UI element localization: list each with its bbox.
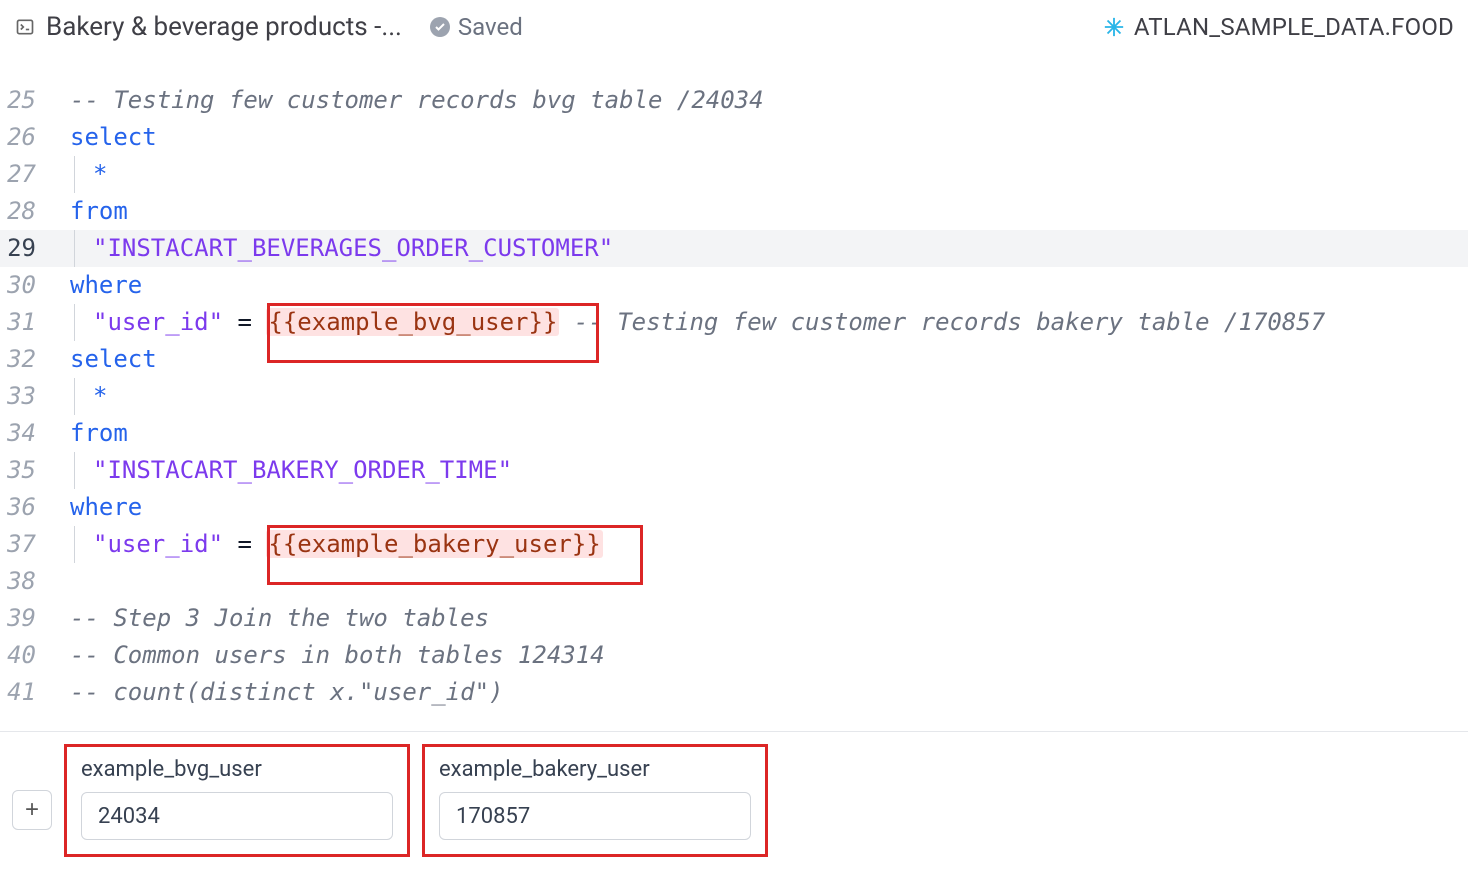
code-line[interactable]: 25-- Testing few customer records bvg ta… bbox=[0, 82, 1468, 119]
line-number: 36 bbox=[0, 489, 60, 526]
database-context[interactable]: ATLAN_SAMPLE_DATA.FOOD bbox=[1102, 13, 1454, 41]
line-number: 32 bbox=[0, 341, 60, 378]
template-variable: {{example_bakery_user}} bbox=[266, 530, 602, 558]
line-number: 26 bbox=[0, 119, 60, 156]
code-content[interactable]: * bbox=[60, 378, 1468, 415]
line-number: 28 bbox=[0, 193, 60, 230]
code-content[interactable]: select bbox=[60, 341, 1468, 378]
line-number: 39 bbox=[0, 600, 60, 637]
parameter-box: example_bakery_user bbox=[422, 744, 768, 857]
line-number: 37 bbox=[0, 526, 60, 563]
line-number: 33 bbox=[0, 378, 60, 415]
code-line[interactable]: 39-- Step 3 Join the two tables bbox=[0, 600, 1468, 637]
check-circle-icon bbox=[430, 17, 450, 37]
parameter-input[interactable] bbox=[439, 792, 751, 840]
parameter-label: example_bvg_user bbox=[81, 757, 393, 782]
code-line[interactable]: 30where bbox=[0, 267, 1468, 304]
saved-status: Saved bbox=[430, 13, 523, 41]
code-content[interactable]: * bbox=[60, 156, 1468, 193]
code-content[interactable]: -- count(distinct x."user_id") bbox=[60, 674, 1468, 711]
code-line[interactable]: 40-- Common users in both tables 124314 bbox=[0, 637, 1468, 674]
snowflake-icon bbox=[1102, 15, 1126, 39]
header-left: Bakery & beverage products -... Saved bbox=[14, 12, 1092, 42]
code-content[interactable]: from bbox=[60, 193, 1468, 230]
code-line[interactable]: 27* bbox=[0, 156, 1468, 193]
code-line[interactable]: 37"user_id" = {{example_bakery_user}} bbox=[0, 526, 1468, 563]
saved-label: Saved bbox=[458, 13, 523, 41]
code-content[interactable]: -- Common users in both tables 124314 bbox=[60, 637, 1468, 674]
code-content[interactable]: "user_id" = {{example_bakery_user}} bbox=[60, 526, 1468, 563]
code-line[interactable]: 36where bbox=[0, 489, 1468, 526]
code-content[interactable]: -- Step 3 Join the two tables bbox=[60, 600, 1468, 637]
code-line[interactable]: 28from bbox=[0, 193, 1468, 230]
line-number: 35 bbox=[0, 452, 60, 489]
code-line[interactable]: 41-- count(distinct x."user_id") bbox=[0, 674, 1468, 711]
line-number: 31 bbox=[0, 304, 60, 341]
code-line[interactable]: 33* bbox=[0, 378, 1468, 415]
editor-header: Bakery & beverage products -... Saved AT… bbox=[0, 0, 1468, 52]
code-content[interactable]: where bbox=[60, 267, 1468, 304]
code-content[interactable]: "user_id" = {{example_bvg_user}} -- Test… bbox=[60, 304, 1468, 341]
code-content[interactable]: "INSTACART_BAKERY_ORDER_TIME" bbox=[60, 452, 1468, 489]
line-number: 41 bbox=[0, 674, 60, 711]
add-parameter-button[interactable]: + bbox=[12, 790, 52, 830]
query-title[interactable]: Bakery & beverage products -... bbox=[46, 12, 402, 42]
code-line[interactable]: 31"user_id" = {{example_bvg_user}} -- Te… bbox=[0, 304, 1468, 341]
sql-editor[interactable]: 25-- Testing few customer records bvg ta… bbox=[0, 52, 1468, 727]
terminal-icon bbox=[14, 16, 36, 38]
line-number: 27 bbox=[0, 156, 60, 193]
parameter-bar: + example_bvg_user example_bakery_user bbox=[0, 731, 1468, 869]
code-content[interactable] bbox=[60, 563, 1468, 600]
code-content[interactable]: select bbox=[60, 119, 1468, 156]
code-line[interactable]: 35"INSTACART_BAKERY_ORDER_TIME" bbox=[0, 452, 1468, 489]
line-number: 25 bbox=[0, 82, 60, 119]
code-line[interactable]: 38 bbox=[0, 563, 1468, 600]
code-content[interactable]: where bbox=[60, 489, 1468, 526]
database-name: ATLAN_SAMPLE_DATA.FOOD bbox=[1134, 13, 1454, 41]
line-number: 34 bbox=[0, 415, 60, 452]
code-line[interactable]: 26select bbox=[0, 119, 1468, 156]
code-line[interactable]: 32select bbox=[0, 341, 1468, 378]
line-number: 38 bbox=[0, 563, 60, 600]
line-number: 30 bbox=[0, 267, 60, 304]
code-line[interactable]: 29"INSTACART_BEVERAGES_ORDER_CUSTOMER" bbox=[0, 230, 1468, 267]
code-line[interactable]: 34from bbox=[0, 415, 1468, 452]
code-content[interactable]: "INSTACART_BEVERAGES_ORDER_CUSTOMER" bbox=[60, 230, 1468, 267]
code-content[interactable]: -- Testing few customer records bvg tabl… bbox=[60, 82, 1468, 119]
template-variable: {{example_bvg_user}} bbox=[266, 308, 559, 336]
line-number: 40 bbox=[0, 637, 60, 674]
parameter-box: example_bvg_user bbox=[64, 744, 410, 857]
parameter-label: example_bakery_user bbox=[439, 757, 751, 782]
line-number: 29 bbox=[0, 230, 60, 267]
parameter-input[interactable] bbox=[81, 792, 393, 840]
code-content[interactable]: from bbox=[60, 415, 1468, 452]
